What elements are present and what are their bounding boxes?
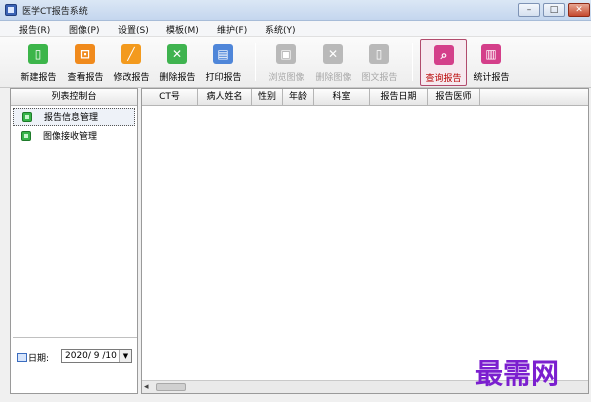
nav-item-label: 报告信息管理 <box>44 113 99 123</box>
table-header: CT号 病人姓名 性别 年龄 科室 报告日期 报告医师 <box>142 89 588 106</box>
column-header-report-doctor[interactable]: 报告医师 <box>428 89 480 105</box>
chevron-down-icon[interactable]: ▼ <box>119 350 131 362</box>
column-header-ct-number[interactable]: CT号 <box>142 89 198 105</box>
column-header-gender[interactable]: 性别 <box>252 89 283 105</box>
scroll-thumb[interactable] <box>156 383 186 391</box>
nav-item-report-management[interactable]: 报告信息管理 <box>13 108 135 126</box>
new-report-button[interactable]: ▯ 新建报告 <box>15 39 62 86</box>
scroll-left-icon[interactable]: ◂ <box>144 381 149 393</box>
stats-report-icon: ▥ <box>481 44 501 64</box>
calendar-icon <box>17 353 27 362</box>
maximize-button[interactable]: □ <box>543 3 565 17</box>
column-header-department[interactable]: 科室 <box>314 89 370 105</box>
column-header-age[interactable]: 年龄 <box>283 89 314 105</box>
delete-image-button[interactable]: ✕ 删除图像 <box>310 39 357 86</box>
stats-report-button[interactable]: ▥ 统计报告 <box>468 39 515 86</box>
report-management-icon <box>22 112 32 122</box>
search-report-button[interactable]: ⌕ 查询报告 <box>420 39 467 86</box>
watermark: 最需网 <box>475 357 560 390</box>
minimize-button[interactable]: – <box>518 3 540 17</box>
nav-item-label: 图像接收管理 <box>43 132 98 142</box>
browse-image-icon: ▣ <box>276 44 296 64</box>
stats-report-label: 统计报告 <box>473 73 510 83</box>
date-filter: 日期: 2020/ 9 /10 ▼ <box>13 337 137 377</box>
menu-report[interactable]: 报告(R) <box>19 23 50 36</box>
delete-image-icon: ✕ <box>323 44 343 64</box>
console-panel: 列表控制台 报告信息管理 图像接收管理 日期: 2020/ 9 /10 ▼ <box>10 88 138 394</box>
print-report-button[interactable]: ▤ 打印报告 <box>200 39 247 86</box>
toolbar: ▯ 新建报告 ⊡ 查看报告 ╱ 修改报告 ✕ 删除报告 ▤ 打印报告 ▣ 浏览图… <box>0 37 591 88</box>
menu-system[interactable]: 系统(Y) <box>265 23 296 36</box>
print-report-icon: ▤ <box>213 44 233 64</box>
image-report-label: 图文报告 <box>361 73 398 83</box>
toolbar-separator <box>412 43 413 81</box>
title-bar[interactable]: 医学CT报告系统 – □ ✕ <box>0 0 591 21</box>
image-receive-icon <box>21 131 31 141</box>
date-label: 日期: <box>17 351 49 364</box>
close-button[interactable]: ✕ <box>568 3 590 17</box>
menu-maintenance[interactable]: 维护(F) <box>217 23 247 36</box>
delete-report-button[interactable]: ✕ 删除报告 <box>154 39 201 86</box>
menu-image[interactable]: 图像(P) <box>69 23 99 36</box>
new-report-icon: ▯ <box>28 44 48 64</box>
delete-report-icon: ✕ <box>167 44 187 64</box>
console-header: 列表控制台 <box>11 89 137 106</box>
browse-image-button[interactable]: ▣ 浏览图像 <box>263 39 310 86</box>
window-title: 医学CT报告系统 <box>22 7 88 17</box>
nav-item-image-receive[interactable]: 图像接收管理 <box>13 128 135 146</box>
date-picker[interactable]: 2020/ 9 /10 ▼ <box>61 349 132 363</box>
date-value: 2020/ 9 /10 <box>65 351 117 361</box>
image-report-icon: ▯ <box>369 44 389 64</box>
edit-report-icon: ╱ <box>121 44 141 64</box>
date-label-text: 日期: <box>28 354 50 364</box>
edit-report-button[interactable]: ╱ 修改报告 <box>108 39 155 86</box>
app-icon <box>5 4 17 16</box>
print-report-label: 打印报告 <box>205 73 242 83</box>
menu-bar: 报告(R) 图像(P) 设置(S) 模板(M) 维护(F) 系统(Y) <box>0 21 591 37</box>
column-header-report-date[interactable]: 报告日期 <box>370 89 428 105</box>
view-report-icon: ⊡ <box>75 44 95 64</box>
image-report-button[interactable]: ▯ 图文报告 <box>356 39 403 86</box>
view-report-button[interactable]: ⊡ 查看报告 <box>62 39 109 86</box>
menu-settings[interactable]: 设置(S) <box>118 23 149 36</box>
search-report-label: 查询报告 <box>425 74 462 84</box>
search-report-icon: ⌕ <box>434 45 454 65</box>
toolbar-separator <box>255 43 256 81</box>
report-table: CT号 病人姓名 性别 年龄 科室 报告日期 报告医师 ◂ <box>141 88 589 394</box>
menu-template[interactable]: 模板(M) <box>166 23 199 36</box>
column-header-patient-name[interactable]: 病人姓名 <box>198 89 252 105</box>
